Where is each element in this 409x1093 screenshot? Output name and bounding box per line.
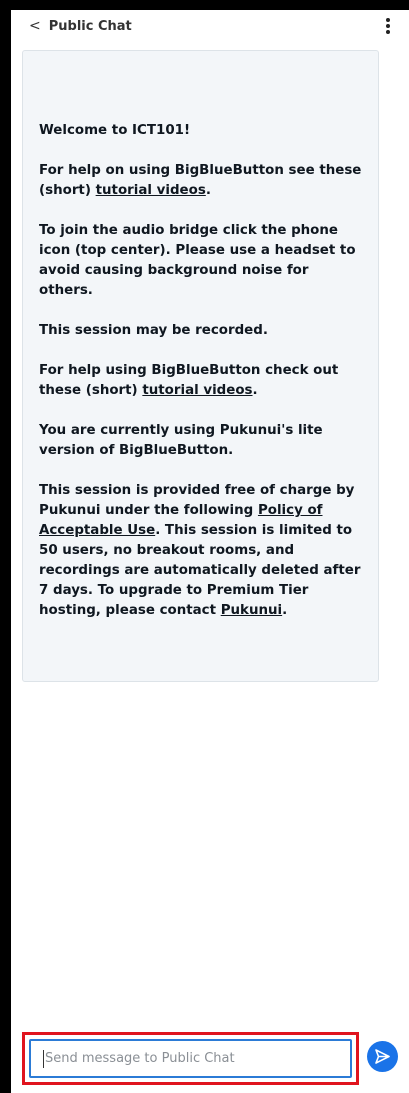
- message-composer-highlight: Send message to Public Chat: [22, 1032, 359, 1085]
- pukunui-contact-link[interactable]: Pukunui: [221, 603, 282, 618]
- text-caret: [43, 1049, 44, 1068]
- welcome-heading: Welcome to ICT101!: [39, 123, 191, 138]
- chat-options-button[interactable]: [383, 18, 393, 38]
- welcome-paragraph-help: For help on using BigBlueButton see thes…: [39, 163, 362, 198]
- welcome-paragraph-audio: To join the audio bridge click the phone…: [39, 223, 356, 298]
- back-to-chat-list-button[interactable]: < Public Chat: [29, 16, 132, 36]
- chat-header: < Public Chat: [11, 10, 409, 46]
- tutorial-videos-link[interactable]: tutorial videos: [96, 183, 206, 198]
- welcome-paragraph-recorded: This session may be recorded.: [39, 323, 268, 338]
- chat-title: Public Chat: [48, 18, 132, 34]
- send-arrow-icon: [375, 1049, 390, 1064]
- welcome-paragraph-lite: You are currently using Pukunui's lite v…: [39, 423, 323, 458]
- welcome-paragraph-policy: This session is provided free of charge …: [39, 483, 361, 618]
- kebab-menu-icon: [386, 18, 390, 22]
- send-message-button[interactable]: [367, 1041, 398, 1072]
- tutorial-videos-link-2[interactable]: tutorial videos: [142, 383, 252, 398]
- chat-message-input[interactable]: Send message to Public Chat: [29, 1039, 352, 1078]
- welcome-paragraph-help-2: For help using BigBlueButton check out t…: [39, 363, 339, 398]
- message-placeholder: Send message to Public Chat: [45, 1051, 235, 1066]
- welcome-message: Welcome to ICT101! For help on using Big…: [22, 50, 379, 682]
- chevron-left-icon: <: [29, 18, 41, 34]
- chat-panel: < Public Chat Welcome to ICT101! For hel…: [11, 10, 409, 1093]
